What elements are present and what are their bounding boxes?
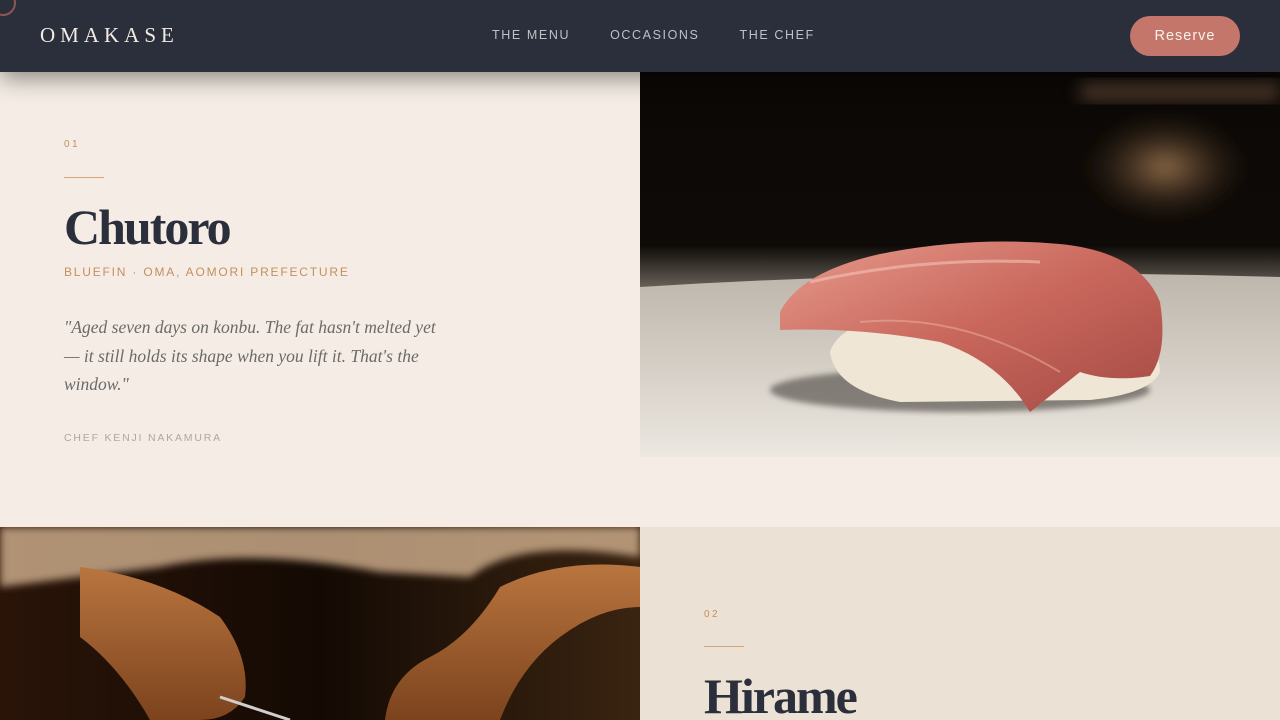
- chef-hands-photo: [0, 527, 640, 720]
- corner-circle-icon: [0, 0, 16, 16]
- top-navigation: OMAKASE THE MENU OCCASIONS THE CHEF Rese…: [0, 0, 1280, 72]
- dish-number: 01: [64, 139, 81, 150]
- chef-hands-image: [0, 527, 640, 720]
- dish-section-chutoro: 01 Chutoro BLUEFIN · OMA, AOMORI PREFECT…: [0, 72, 1280, 527]
- nav-link-menu[interactable]: THE MENU: [492, 28, 570, 42]
- dish-section-hirame: 02 Hirame: [640, 527, 1280, 720]
- chef-attribution: CHEF KENJI NAKAMURA: [64, 432, 222, 444]
- reserve-button[interactable]: Reserve: [1130, 16, 1240, 56]
- chutoro-sushi-image: [640, 72, 1280, 457]
- chef-quote: "Aged seven days on konbu. The fat hasn'…: [64, 317, 436, 394]
- dish-origin: BLUEFIN · OMA, AOMORI PREFECTURE: [64, 265, 350, 279]
- nav-link-chef[interactable]: THE CHEF: [740, 28, 815, 42]
- dish-title: Hirame: [704, 668, 858, 720]
- dish-title: Chutoro: [64, 199, 232, 255]
- nav-link-occasions[interactable]: OCCASIONS: [610, 28, 699, 42]
- divider-rule: [64, 177, 104, 178]
- dish-number: 02: [704, 609, 721, 620]
- nav-links: THE MENU OCCASIONS THE CHEF: [492, 28, 855, 42]
- divider-rule: [704, 646, 744, 647]
- brand-logo[interactable]: OMAKASE: [40, 23, 179, 48]
- chutoro-photo: [640, 72, 1280, 457]
